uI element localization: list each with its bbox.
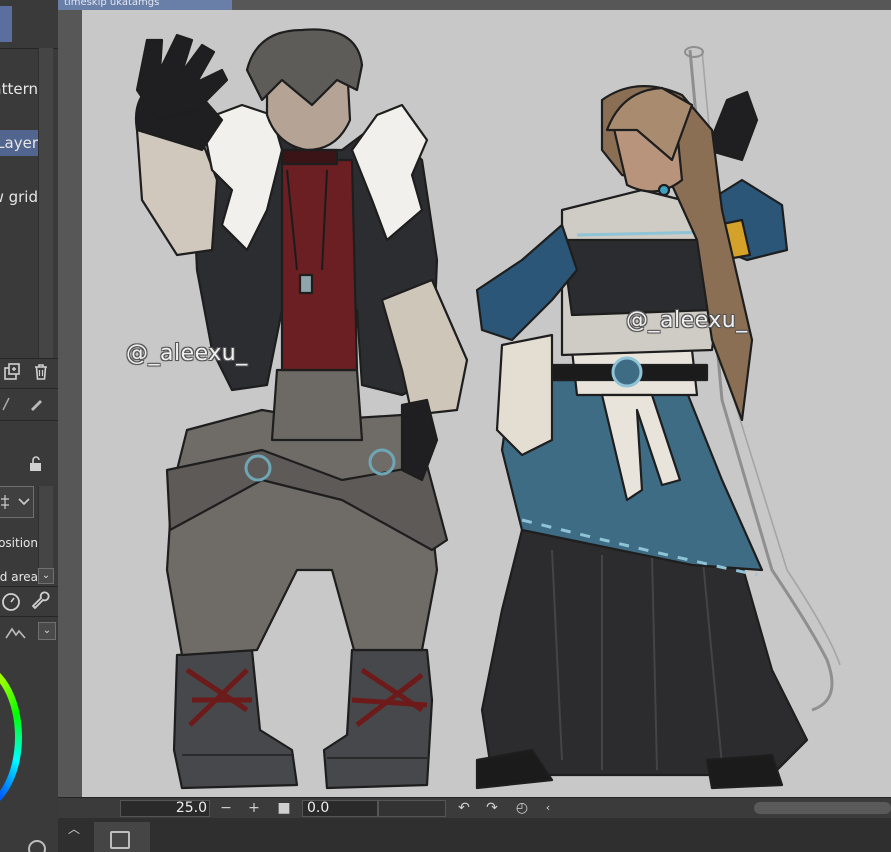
palette-item-label: Show grid bbox=[0, 188, 38, 206]
right-character bbox=[475, 85, 809, 790]
divider bbox=[0, 586, 58, 587]
document-tab-label: timeskip ukatamgs bbox=[64, 0, 160, 8]
option-label: Fixed area bbox=[0, 570, 38, 584]
palette-item-show-grid[interactable]: Show grid bbox=[0, 184, 38, 210]
palette-item-label: Layer bbox=[0, 134, 38, 152]
rotate-left-icon[interactable]: ↶ bbox=[456, 798, 472, 818]
wrench-icon[interactable] bbox=[30, 590, 50, 610]
left-character bbox=[134, 28, 469, 790]
trash-icon[interactable] bbox=[31, 362, 51, 382]
palette-top-button[interactable] bbox=[0, 6, 12, 42]
color-wheel[interactable] bbox=[0, 662, 22, 812]
bottom-panel-bar: ︿ bbox=[58, 818, 891, 852]
left-palette: Pattern Layer Show grid Fixed position F… bbox=[0, 0, 58, 852]
option-fixed-position[interactable]: Fixed position bbox=[0, 536, 38, 550]
chevron-down-icon[interactable]: ⌄ bbox=[38, 622, 56, 640]
divider bbox=[0, 616, 58, 617]
zoom-input[interactable]: 25.0 bbox=[120, 800, 210, 817]
canvas-area[interactable]: timeskip ukatamgs @_aleexu_ @_aleexu_ bbox=[58, 0, 891, 797]
canvas-paper[interactable]: @_aleexu_ @_aleexu_ bbox=[82, 10, 891, 797]
palette-item-pattern[interactable]: Pattern bbox=[0, 76, 38, 102]
palette-item-layer[interactable]: Layer bbox=[0, 130, 38, 156]
panel-icon bbox=[110, 831, 130, 849]
settings-circle-icon[interactable] bbox=[28, 840, 46, 852]
timer-icon[interactable] bbox=[0, 590, 20, 611]
chevron-left-icon[interactable]: ‹ bbox=[540, 798, 556, 818]
palette-scrollbar[interactable] bbox=[38, 48, 53, 358]
divider bbox=[0, 388, 58, 389]
chevron-down-icon[interactable]: ⌄ bbox=[38, 568, 54, 584]
rotation-input[interactable]: 0.0 bbox=[302, 800, 378, 817]
option-label: Fixed position bbox=[0, 536, 38, 550]
rotation-slider[interactable] bbox=[378, 800, 446, 817]
square-icon[interactable]: ■ bbox=[276, 798, 292, 818]
option-fixed-area[interactable]: Fixed area bbox=[0, 570, 38, 584]
tool-tab-icon[interactable] bbox=[0, 394, 12, 414]
watermark-left: @_aleexu_ bbox=[126, 341, 248, 366]
transform-dropdown[interactable] bbox=[0, 486, 34, 518]
minus-icon[interactable]: − bbox=[218, 798, 234, 818]
horizontal-scrollbar[interactable] bbox=[754, 802, 891, 814]
lock-icon[interactable] bbox=[26, 454, 46, 474]
chevron-up-icon[interactable]: ︿ bbox=[66, 820, 82, 836]
document-tab[interactable]: timeskip ukatamgs bbox=[58, 0, 232, 10]
divider bbox=[0, 420, 58, 421]
plus-icon[interactable]: + bbox=[246, 798, 262, 818]
watermark-right: @_aleexu_ bbox=[626, 308, 748, 333]
artwork-illustration bbox=[134, 28, 841, 790]
reset-rotation-icon[interactable]: ◴ bbox=[514, 798, 530, 818]
palette-item-label: Pattern bbox=[0, 80, 38, 98]
brush-tab-icon[interactable] bbox=[26, 394, 46, 414]
divider bbox=[0, 358, 58, 359]
rotate-right-icon[interactable]: ↷ bbox=[484, 798, 500, 818]
bottom-panel-tab[interactable] bbox=[94, 822, 150, 852]
new-layer-icon[interactable] bbox=[2, 362, 22, 382]
canvas-statusbar: 25.0 − + ■ 0.0 ↶ ↷ ◴ ‹ bbox=[58, 797, 891, 818]
mountain-icon[interactable] bbox=[4, 622, 30, 642]
